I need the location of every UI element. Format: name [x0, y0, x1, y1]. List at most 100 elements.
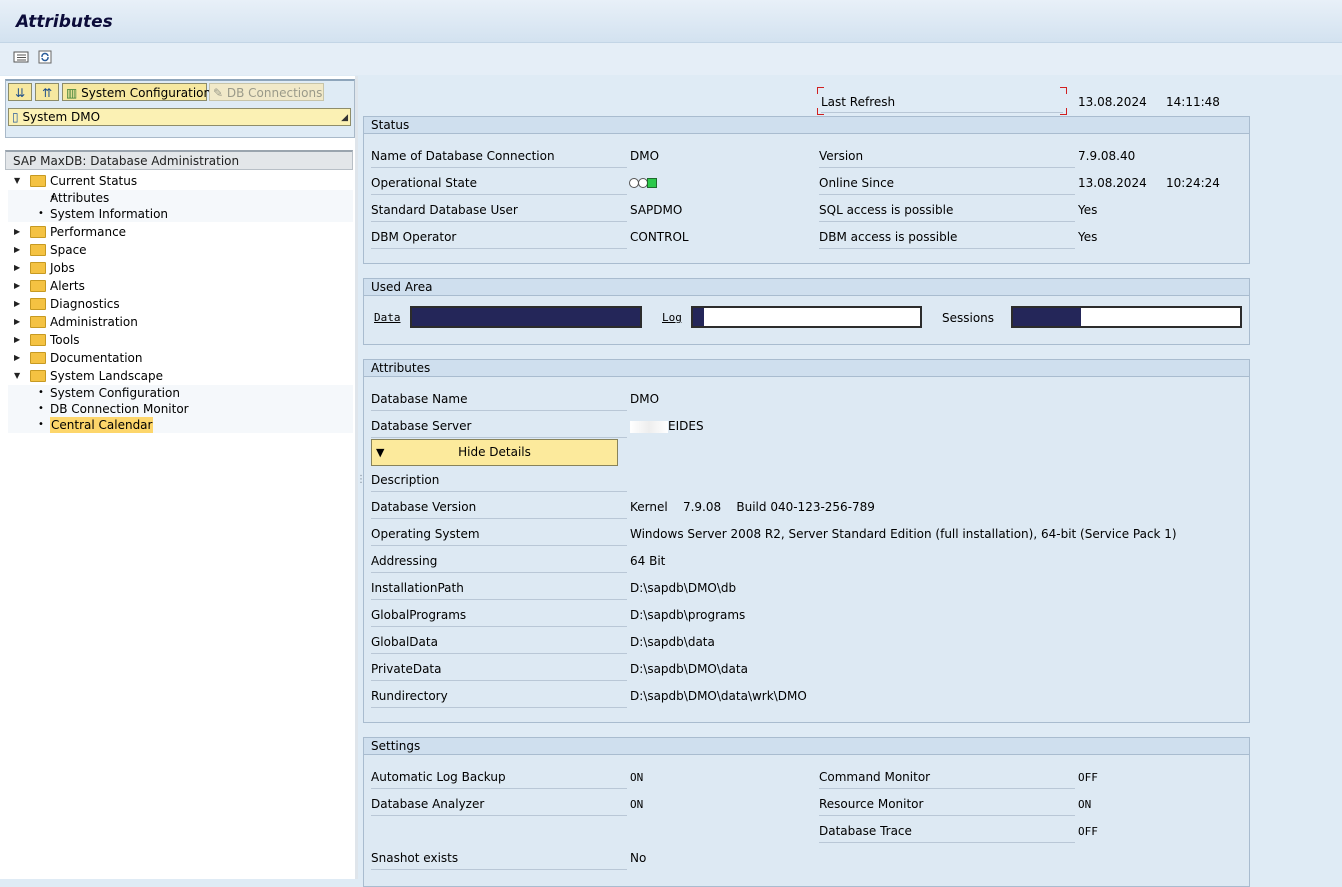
navigation-pane: ⇊ ⇈ ▥ System Configuration ✎ DB Connecti…	[0, 76, 357, 879]
collapsed-caret-icon[interactable]: ▶	[14, 349, 24, 367]
resource-monitor-label: Resource Monitor	[819, 797, 1075, 816]
log-link[interactable]: Log	[662, 311, 682, 324]
folder-icon	[30, 334, 46, 346]
sessions-usage-fill	[1013, 308, 1082, 326]
global-programs-value: D:\sapdb\programs	[630, 608, 746, 622]
system-configuration-button[interactable]: ▥ System Configuration	[62, 83, 211, 101]
collapsed-caret-icon[interactable]: ▶	[14, 313, 24, 331]
system-select[interactable]: ▯ System DMO ◢	[8, 108, 351, 126]
command-monitor-value: OFF	[1078, 771, 1098, 784]
database-analyzer-label: Database Analyzer	[371, 797, 627, 816]
sessions-usage-bar	[1011, 306, 1242, 328]
tree-item-db-connection-monitor[interactable]: • DB Connection Monitor	[8, 401, 353, 417]
app-toolbar	[0, 43, 1342, 75]
database-version-label: Database Version	[371, 500, 627, 519]
rundirectory-label: Rundirectory	[371, 689, 627, 708]
operating-system-value: Windows Server 2008 R2, Server Standard …	[630, 527, 1177, 541]
private-data-label: PrivateData	[371, 662, 627, 681]
redacted-area	[630, 420, 668, 433]
used-area-panel-title: Used Area	[364, 279, 1249, 296]
database-trace-value: OFF	[1078, 825, 1098, 838]
tree-item-system-configuration[interactable]: • System Configuration	[8, 385, 353, 401]
list-icon[interactable]	[12, 49, 30, 65]
data-link[interactable]: Data	[374, 311, 401, 324]
navigation-toolbar: ⇊ ⇈ ▥ System Configuration ✎ DB Connecti…	[5, 79, 355, 138]
dbm-operator-value: CONTROL	[630, 230, 689, 244]
collapse-all-icon[interactable]: ⇈	[35, 83, 59, 101]
tree-item-central-calendar[interactable]: • Central Calendar	[8, 417, 353, 433]
standard-db-user-value: SAPDMO	[630, 203, 683, 217]
log-usage-fill	[693, 308, 705, 326]
sessions-label: Sessions	[942, 311, 995, 325]
rundirectory-value: D:\sapdb\DMO\data\wrk\DMO	[630, 689, 807, 703]
operational-state-label: Operational State	[371, 176, 627, 195]
status-light-icon	[629, 178, 657, 188]
folder-icon	[30, 262, 46, 274]
tree-item-system-information[interactable]: • System Information	[8, 206, 353, 222]
last-refresh-time: 14:11:48	[1166, 95, 1220, 109]
description-label: Description	[371, 473, 627, 492]
last-refresh-date: 13.08.2024	[1078, 95, 1147, 109]
refresh-icon[interactable]	[36, 49, 54, 65]
global-data-value: D:\sapdb\data	[630, 635, 715, 649]
collapsed-caret-icon[interactable]: ▶	[14, 295, 24, 313]
collapse-triangle-icon: ▼	[376, 446, 385, 459]
expand-all-icon[interactable]: ⇊	[8, 83, 32, 101]
database-analyzer-value: ON	[630, 798, 644, 811]
version-value: 7.9.08.40	[1078, 149, 1136, 163]
folder-icon	[30, 226, 46, 238]
addressing-label: Addressing	[371, 554, 627, 573]
config-icon: ▥	[66, 86, 78, 100]
tree-item-system-landscape[interactable]: ▼ System Landscape	[8, 367, 353, 386]
tree-item-attributes[interactable]: • Attributes	[8, 190, 353, 206]
hide-details-button[interactable]: ▼ Hide Details	[371, 439, 618, 466]
auto-log-backup-label: Automatic Log Backup	[371, 770, 627, 789]
folder-open-icon	[30, 175, 46, 187]
collapsed-caret-icon[interactable]: ▶	[14, 331, 24, 349]
online-since-date: 13.08.2024	[1078, 176, 1147, 190]
tree-item-current-status[interactable]: ▼ Current Status	[8, 172, 353, 191]
expanded-caret-icon[interactable]: ▼	[14, 367, 24, 385]
dbm-access-value: Yes	[1078, 230, 1098, 244]
installation-path-label: InstallationPath	[371, 581, 627, 600]
db-connection-name-label: Name of Database Connection	[371, 149, 627, 168]
dbm-operator-label: DBM Operator	[371, 230, 627, 249]
attributes-panel-title: Attributes	[364, 360, 1249, 377]
db-connection-name-value: DMO	[630, 149, 660, 163]
collapsed-caret-icon[interactable]: ▶	[14, 277, 24, 295]
private-data-value: D:\sapdb\DMO\data	[630, 662, 748, 676]
collapsed-caret-icon[interactable]: ▶	[14, 223, 24, 241]
expanded-caret-icon[interactable]: ▼	[14, 172, 24, 190]
data-usage-fill	[412, 308, 640, 326]
snapshot-exists-value: No	[630, 851, 647, 865]
standard-db-user-label: Standard Database User	[371, 203, 627, 222]
system-icon: ▯	[12, 110, 19, 124]
settings-panel-title: Settings	[364, 738, 1249, 755]
sql-access-value: Yes	[1078, 203, 1098, 217]
folder-icon	[30, 298, 46, 310]
data-usage-bar	[410, 306, 642, 328]
dropdown-arrow-icon[interactable]: ◢	[341, 110, 348, 126]
operating-system-label: Operating System	[371, 527, 627, 546]
addressing-value: 64 Bit	[630, 554, 666, 568]
folder-icon	[30, 244, 46, 256]
snapshot-exists-label: Snashot exists	[371, 851, 627, 870]
folder-open-icon	[30, 370, 46, 382]
collapsed-caret-icon[interactable]: ▶	[14, 241, 24, 259]
dbm-access-label: DBM access is possible	[819, 230, 1075, 249]
global-data-label: GlobalData	[371, 635, 627, 654]
database-name-label: Database Name	[371, 392, 627, 411]
folder-icon	[30, 352, 46, 364]
global-programs-label: GlobalPrograms	[371, 608, 627, 627]
online-since-time: 10:24:24	[1166, 176, 1220, 190]
folder-icon	[30, 280, 46, 292]
connection-icon: ✎	[213, 86, 224, 100]
sql-access-label: SQL access is possible	[819, 203, 1075, 222]
database-name-value: DMO	[630, 392, 660, 406]
collapsed-caret-icon[interactable]: ▶	[14, 259, 24, 277]
db-connections-button[interactable]: ✎ DB Connections	[209, 83, 324, 101]
database-server-label: Database Server	[371, 419, 627, 438]
online-since-label: Online Since	[819, 176, 1075, 195]
last-refresh-field: Last Refresh	[817, 87, 1067, 115]
last-refresh-label: Last Refresh	[821, 95, 896, 109]
